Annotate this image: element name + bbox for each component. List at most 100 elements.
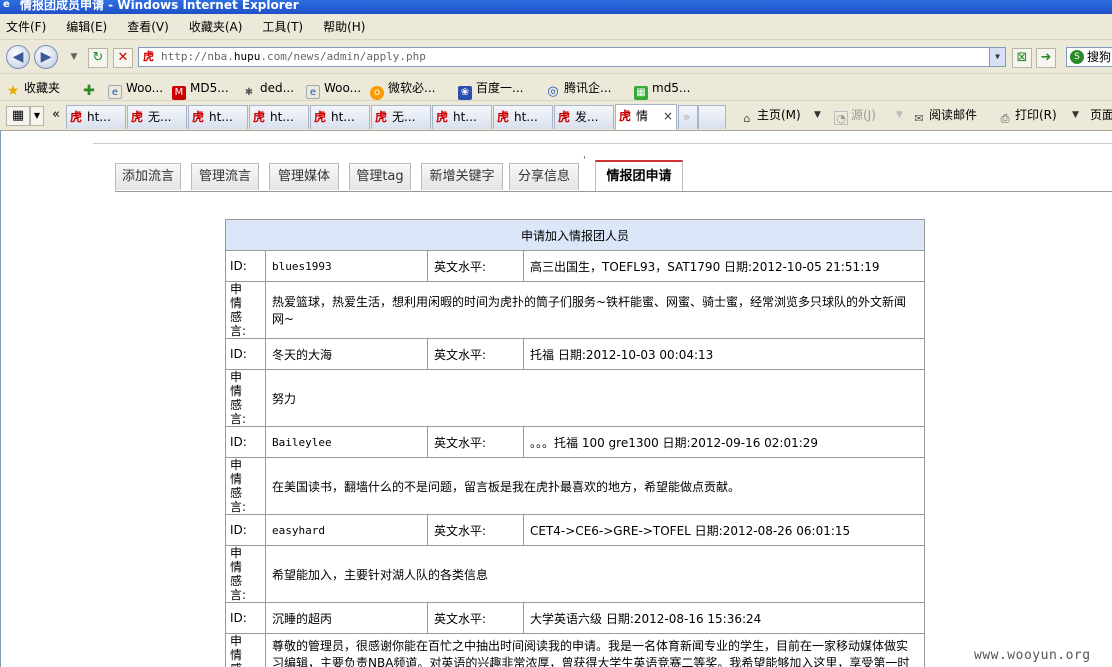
applicants-table: 申请加入情报团人员 ID: blues1993 英文水平: 高三出国生，TOEF… [225,219,925,667]
site-favicon-icon: 虎 [143,50,154,63]
applicant-id: Baileylee [265,426,428,458]
browser-tab[interactable]: 虎 ht... [432,105,492,129]
menu-help[interactable]: 帮助(H) [323,18,365,35]
page-icon: e [306,85,320,99]
scroll-tabs-left-icon[interactable]: « [46,106,66,126]
browser-tab-active[interactable]: 虎情 × [615,104,677,130]
feeds-dropdown-icon[interactable]: ▼ [896,107,903,123]
tab-intel-apply[interactable]: 情报团申请 [595,160,683,191]
browser-tab[interactable]: 虎发... [554,105,614,129]
menu-favorites[interactable]: 收藏夹(A) [189,18,243,35]
window-title: 情报团成员申请 - Windows Internet Explorer [20,0,299,12]
tabs-underline [115,191,1112,192]
quick-tabs-icon[interactable]: ▦ [6,106,30,126]
page-menu-button[interactable]: 页面 [1090,107,1112,123]
hupu-icon: 虎 [436,110,449,124]
applicant-note: 尊敬的管理员，很感谢你能在百忙之中抽出时间阅读我的申请。我是一名体育新闻专业的学… [265,633,925,667]
tab-share-info[interactable]: 分享信息 [509,163,579,190]
watermark: www.wooyun.org [974,648,1091,663]
table-title: 申请加入情报团人员 [225,219,925,251]
home-icon: ⌂ [743,112,751,125]
menu-file[interactable]: 文件(F) [6,18,46,35]
hupu-icon: 虎 [131,110,144,124]
browser-tab[interactable]: 虎 ht... [249,105,309,129]
search-input[interactable]: S 搜狗 [1066,47,1112,67]
page-viewport: ' 添加流言 管理流言 管理媒体 管理tag 新增关键字 分享信息 情报团申请 … [0,131,1112,667]
table-row: 申情感言: 努力 [225,369,925,427]
applicant-english: 。。。托福 100 gre1300 日期:2012-09-16 02:01:29 [523,426,925,458]
go-icon[interactable]: ➜ [1036,48,1056,68]
history-dropdown-icon[interactable]: ▼ [64,48,84,68]
browser-tab[interactable]: 虎 ht... [493,105,553,129]
tab-manage-tag[interactable]: 管理tag [349,163,411,190]
divider [93,143,1112,144]
fav-item[interactable]: ❀ 百度一... [458,80,523,100]
tab-list-icon[interactable]: ▼ [30,106,44,126]
tab-manage-media[interactable]: 管理媒体 [269,163,339,190]
compat-view-icon[interactable]: ⊠ [1012,48,1032,68]
address-input[interactable]: 虎 http://nba.hupu.com/news/admin/apply.p… [138,47,1006,67]
address-toolbar: ◀ ▶ ▼ ↻ ✕ 虎 http://nba.hupu.com/news/adm… [0,40,1112,74]
browser-tab[interactable]: 虎 ht... [66,105,126,129]
applicant-note: 在美国读书，翻墙什么的不是问题，留言板是我在虎扑最喜欢的地方，希望能做点贡献。 [265,457,925,515]
hupu-icon: 虎 [497,110,510,124]
browser-tab[interactable]: 虎 ht... [188,105,248,129]
stop-icon[interactable]: ✕ [113,48,133,68]
browser-tab[interactable]: 虎无... [371,105,431,129]
refresh-icon[interactable]: ↻ [88,48,108,68]
hupu-icon: 虎 [375,110,388,124]
feed-icon: ◔ [834,111,848,125]
favorites-button[interactable]: ★ 收藏夹 [6,80,60,99]
tab-add-rumor[interactable]: 添加流言 [115,163,181,190]
forward-arrow-icon[interactable]: ▶ [34,45,58,69]
hupu-icon: 虎 [314,110,327,124]
browser-tab[interactable]: 虎 ht... [310,105,370,129]
tab-new-keyword[interactable]: 新增关键字 [421,163,503,190]
fav-item[interactable]: M MD5... [172,80,229,100]
add-favorite-icon[interactable]: ✚ [82,80,100,98]
read-mail-button[interactable]: ✉ 阅读邮件 [912,107,977,126]
tab-manage-rumor[interactable]: 管理流言 [191,163,259,190]
fav-item[interactable]: e Woo... [306,80,361,99]
hupu-icon: 虎 [70,110,83,124]
new-tab-button[interactable] [698,105,726,129]
fav-item[interactable]: e Woo... [108,80,163,99]
hupu-icon: 虎 [619,109,632,123]
home-button[interactable]: ⌂ 主页(M) [740,107,801,126]
fav-item[interactable]: o 微软必... [370,80,435,100]
menu-tools[interactable]: 工具(T) [262,18,303,35]
applicant-english: CET4->CE6->GRE->TOFEL 日期:2012-08-26 06:0… [523,514,925,546]
applicant-note: 希望能加入，主要针对湖人队的各类信息 [265,545,925,603]
back-arrow-icon[interactable]: ◀ [6,45,30,69]
feeds-button[interactable]: ◔ 源(J) [834,107,876,125]
address-dropdown-icon[interactable]: ▼ [989,48,1005,66]
home-dropdown-icon[interactable]: ▼ [814,107,821,123]
menu-edit[interactable]: 编辑(E) [66,18,107,35]
browser-tab-bar: ▦ ▼ « 虎 ht... 虎无... 虎 ht... 虎 ht... 虎 ht... … [0,101,1112,131]
star-icon: ★ [6,83,20,99]
hupu-icon: 虎 [192,110,205,124]
ms-icon: o [370,86,384,100]
applicant-english: 托福 日期:2012-10-03 00:04:13 [523,338,925,370]
table-row: 申情感言: 尊敬的管理员，很感谢你能在百忙之中抽出时间阅读我的申请。我是一名体育… [225,633,925,667]
more-tabs-icon[interactable]: » [678,105,698,129]
applicant-english: 大学英语六级 日期:2012-08-16 15:36:24 [523,602,925,634]
applicant-id: 冬天的大海 [265,338,428,370]
table-row: 申情感言: 希望能加入，主要针对湖人队的各类信息 [225,545,925,603]
menu-view[interactable]: 查看(V) [127,18,169,35]
baidu-paw-icon: ❀ [458,86,472,100]
table-row: ID: 沉睡的超丙 英文水平: 大学英语六级 日期:2012-08-16 15:… [225,602,925,634]
print-button[interactable]: ⎙ 打印(R) [998,107,1057,126]
fav-item[interactable]: ▦ md5... [634,80,690,100]
hupu-icon: 虎 [558,110,571,124]
close-tab-icon[interactable]: × [663,105,673,127]
page-icon: e [108,85,122,99]
fav-item[interactable]: ✱ ded... [242,80,294,98]
title-bar: e 情报团成员申请 - Windows Internet Explorer [0,0,1112,14]
mail-icon: ✉ [914,112,924,125]
fav-item[interactable]: ◎ 腾讯企... [546,80,611,99]
ie-icon: e [3,0,10,10]
browser-tab[interactable]: 虎无... [127,105,187,129]
applicant-id: easyhard [265,514,428,546]
print-dropdown-icon[interactable]: ▼ [1072,107,1079,123]
